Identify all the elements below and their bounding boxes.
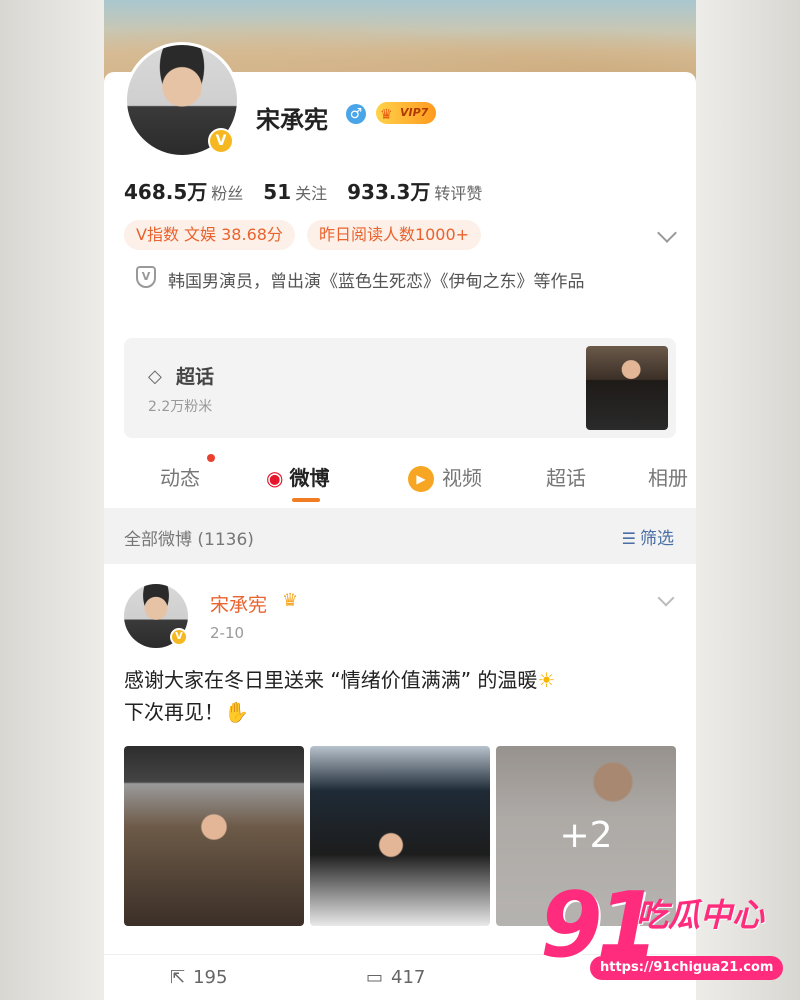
comment-icon: ▭: [366, 967, 384, 988]
profile-stats: 468.5万 粉丝 51 关注 933.3万 转评赞: [124, 176, 482, 205]
supertopic-subtitle: 2.2万粉米: [148, 399, 213, 415]
comment-count: 417: [391, 967, 426, 988]
crown-icon: ♛: [282, 590, 299, 611]
bio-text: 韩国男演员，曾出演《蓝色生死恋》《伊甸之东》等作品: [168, 272, 585, 292]
chevron-down-icon[interactable]: [657, 223, 677, 243]
male-icon: ♂: [346, 104, 366, 124]
stat-following[interactable]: 51 关注: [263, 180, 327, 204]
filter-bar: 全部微博 (1136) ☰ 筛选: [104, 508, 696, 564]
vip-label: VIP7: [400, 106, 429, 119]
verified-icon: V: [208, 128, 234, 154]
post-photo[interactable]: [310, 746, 490, 926]
stat-value: 51: [263, 180, 292, 204]
waving-hand-icon: ✋: [224, 700, 249, 724]
tab-album[interactable]: 相册: [648, 462, 688, 491]
stat-label: 粉丝: [211, 184, 244, 203]
supertopic-title: 超话: [176, 366, 215, 388]
tab-label: 微博: [289, 466, 330, 490]
crown-icon: ♛: [380, 107, 393, 123]
post-date: 2-10: [210, 624, 245, 642]
post-text: 感谢大家在冬日里送来 “情绪价值满满” 的温暖☀ 下次再见！✋: [124, 664, 684, 728]
profile-tabs: 动态 ◉ 微博 ▶ 视频 超话 相册: [104, 444, 696, 508]
all-posts-count: 全部微博 (1136): [124, 530, 254, 550]
verified-icon: V: [170, 628, 188, 646]
phone-screen: V 宋承宪 ♂ ♛ VIP7 468.5万 粉丝 51 关注 933.3万 转评赞 V…: [104, 0, 696, 1000]
sun-icon: ☀: [537, 668, 556, 692]
tab-weibo[interactable]: ◉ 微博: [266, 462, 329, 491]
stat-value: 933.3万: [347, 180, 431, 204]
stat-fans[interactable]: 468.5万 粉丝: [124, 176, 243, 205]
post-author[interactable]: 宋承宪: [210, 590, 267, 617]
tab-label: 动态: [160, 466, 200, 490]
reads-pill[interactable]: 昨日阅读人数1000+: [306, 220, 482, 250]
filter-button[interactable]: ☰ 筛选: [622, 524, 674, 549]
tab-label: 视频: [442, 466, 482, 490]
post-text-line1: 感谢大家在冬日里送来 “情绪价值满满” 的温暖: [124, 668, 538, 692]
stat-label: 转评赞: [434, 184, 483, 203]
profile-card: V 宋承宪 ♂ ♛ VIP7 468.5万 粉丝 51 关注 933.3万 转评赞 V…: [104, 42, 696, 508]
repost-count: 195: [193, 967, 228, 988]
stat-value: 468.5万: [124, 180, 208, 204]
profile-pills: V指数 文娱 38.68分 昨日阅读人数1000+: [124, 220, 482, 250]
tab-supertopic[interactable]: 超话: [546, 462, 586, 491]
notification-dot: [207, 454, 215, 462]
chevron-down-icon[interactable]: [657, 589, 675, 607]
stat-label: 关注: [295, 184, 328, 203]
vip-badge[interactable]: ♛ VIP7: [376, 102, 437, 124]
tab-video[interactable]: ▶ 视频: [408, 462, 482, 492]
active-tab-indicator: [292, 498, 320, 502]
filter-button-label: 筛选: [640, 529, 674, 549]
video-icon: ▶: [408, 466, 434, 492]
profile-avatar[interactable]: V: [124, 42, 240, 158]
profile-name: 宋承宪: [256, 106, 328, 134]
filter-icon: ☰: [621, 529, 636, 548]
post-photo[interactable]: [124, 746, 304, 926]
weibo-icon: ◉: [266, 466, 284, 490]
supertopic-card[interactable]: ◇ 超话 2.2万粉米: [124, 338, 676, 438]
diamond-icon: ◇: [148, 366, 162, 387]
comment-button[interactable]: ▭ 417: [366, 967, 425, 988]
watermark-url: https://91chigua21.com: [590, 956, 784, 980]
post-text-line2: 下次再见！: [124, 700, 224, 724]
repost-button[interactable]: ⇱ 195: [170, 967, 227, 988]
stat-engagement[interactable]: 933.3万 转评赞: [347, 176, 482, 205]
watermark-text: 吃瓜中心: [636, 896, 765, 934]
tab-label: 相册: [648, 466, 688, 490]
profile-bio: V 韩国男演员，曾出演《蓝色生死恋》《伊甸之东》等作品: [136, 264, 656, 300]
tab-label: 超话: [546, 466, 586, 490]
shield-icon: V: [136, 266, 156, 288]
watermark-logo: 91 吃瓜中心 https://91chigua21.com: [540, 876, 790, 986]
tab-dynamics[interactable]: 动态: [160, 462, 200, 491]
supertopic-thumbnail: [586, 346, 668, 430]
share-icon: ⇱: [170, 967, 186, 988]
v-index-pill[interactable]: V指数 文娱 38.68分: [124, 220, 295, 250]
